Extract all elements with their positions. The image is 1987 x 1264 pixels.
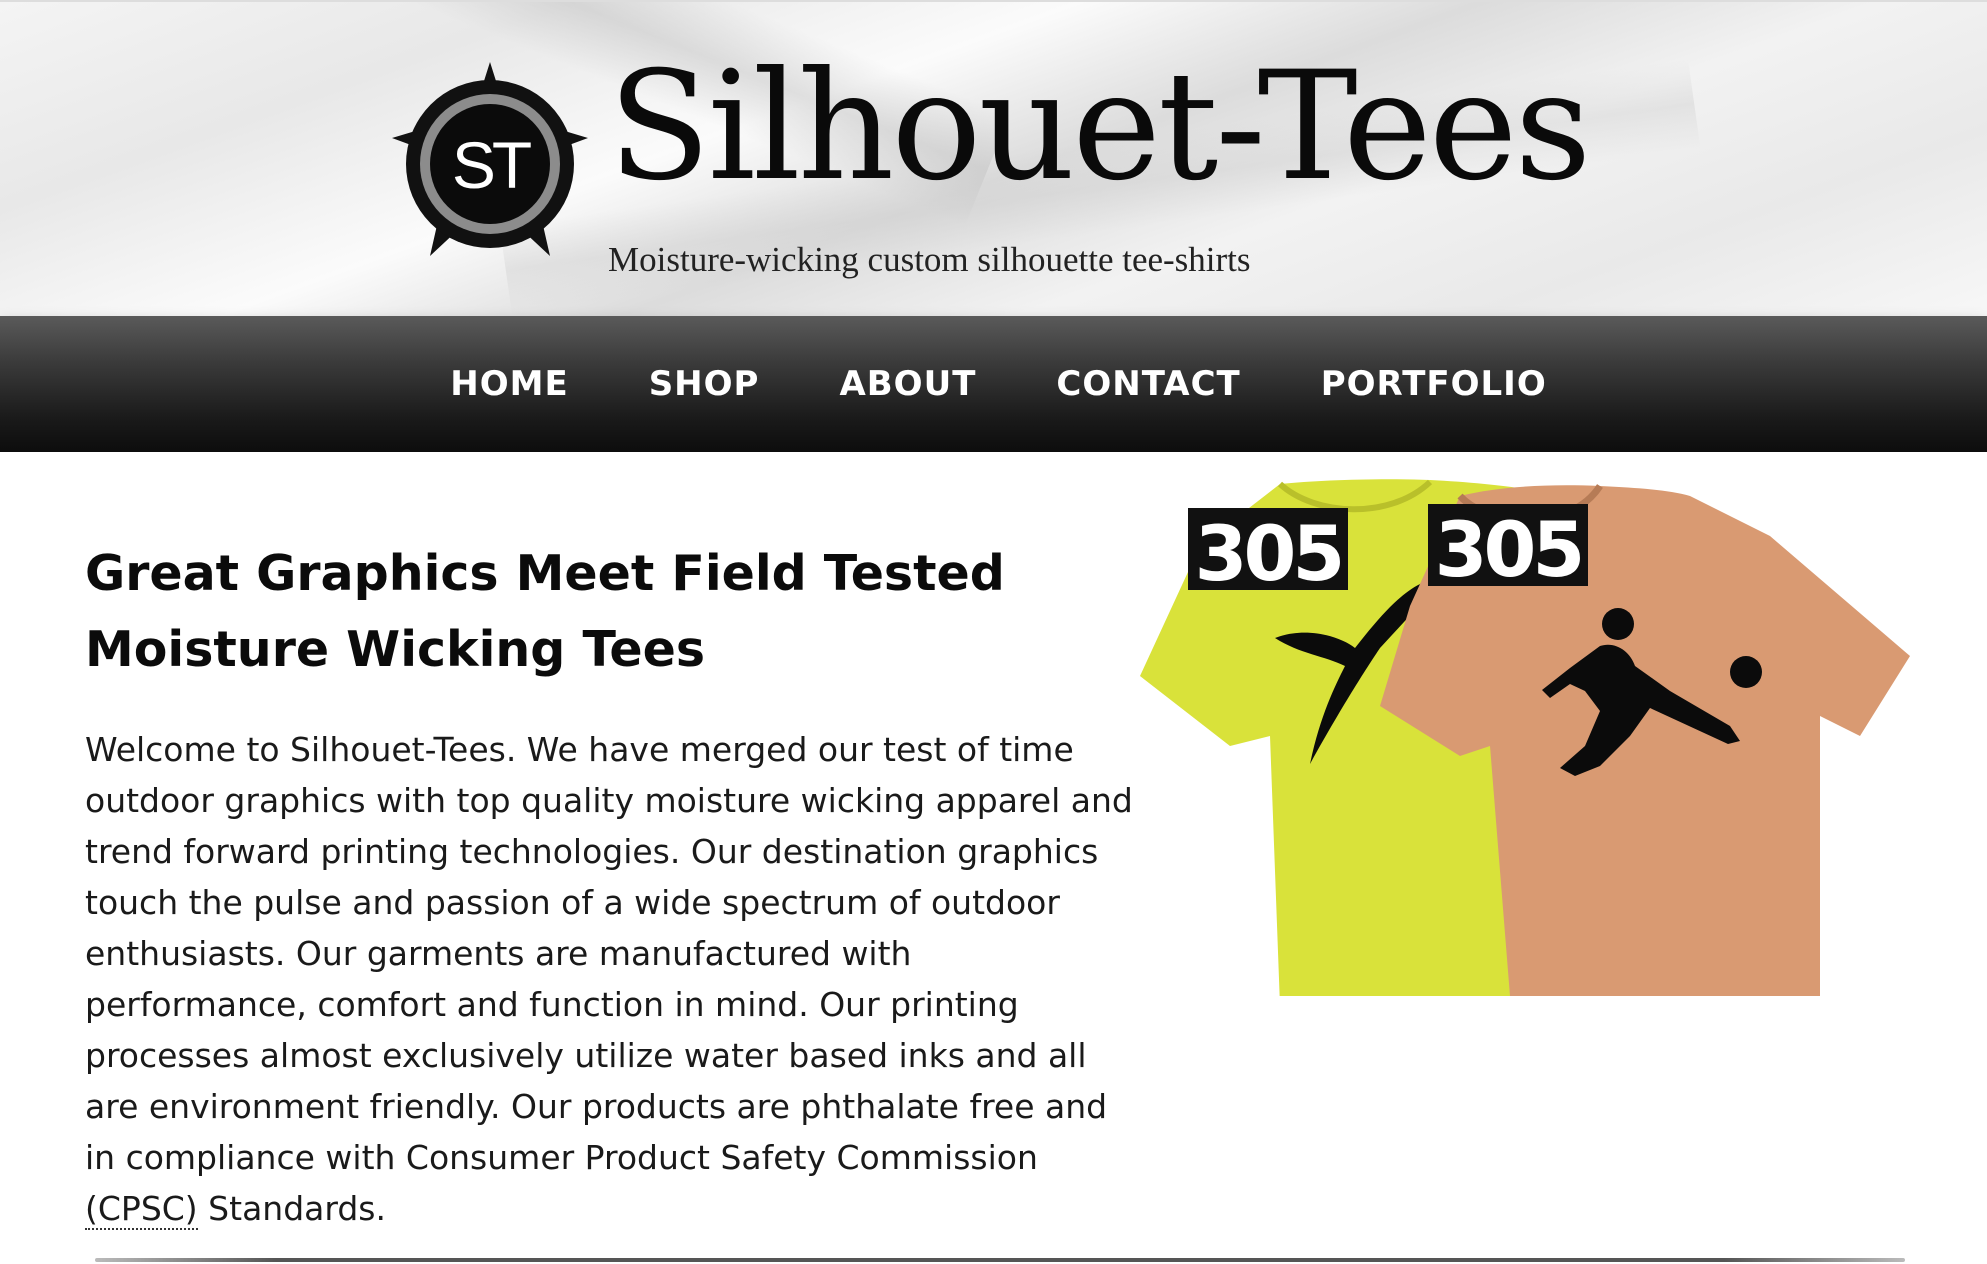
nav-about[interactable]: ABOUT [839, 364, 976, 404]
intro-text-end: Standards. [197, 1189, 386, 1228]
soccer-ball-icon [1730, 656, 1762, 688]
intro-text: Welcome to Silhouet-Tees. We have merged… [85, 730, 1133, 1177]
site-logo-icon[interactable]: ST [390, 60, 590, 260]
nav-shop[interactable]: SHOP [649, 364, 760, 404]
orange-tee-badge: 305 [1435, 505, 1582, 594]
intro-paragraph: Welcome to Silhouet-Tees. We have merged… [85, 724, 1135, 1234]
main-content: Great Graphics Meet Field Tested Moistur… [0, 452, 1987, 1264]
site-title[interactable]: Silhouet-Tees [608, 42, 1592, 212]
nav-contact[interactable]: CONTACT [1056, 364, 1240, 404]
nav-home[interactable]: HOME [450, 364, 568, 404]
cpsc-abbreviation[interactable]: (CPSC) [85, 1189, 198, 1230]
site-header: ST Silhouet-Tees Moisture-wicking custom… [0, 0, 1987, 316]
logo-letters: ST [452, 128, 531, 202]
nav-portfolio[interactable]: PORTFOLIO [1321, 364, 1547, 404]
section-divider [95, 1258, 1905, 1262]
product-tees-image[interactable]: 305 305 [1130, 476, 1930, 996]
yellow-tee-badge: 305 [1195, 509, 1342, 598]
main-navigation: HOME SHOP ABOUT CONTACT PORTFOLIO [0, 316, 1987, 452]
player-head-icon [1602, 608, 1634, 640]
site-tagline: Moisture-wicking custom silhouette tee-s… [608, 240, 1251, 279]
page-headline: Great Graphics Meet Field Tested Moistur… [85, 545, 1005, 678]
